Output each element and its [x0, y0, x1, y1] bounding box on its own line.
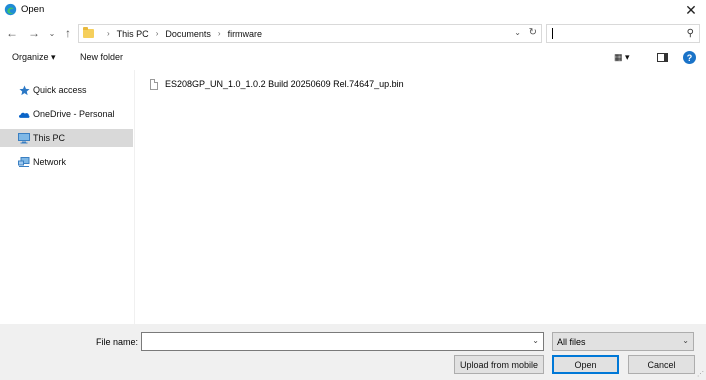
- file-list-item[interactable]: ES208GP_UN_1.0_1.0.2 Build 20250609 Rel.…: [150, 76, 404, 92]
- sidebar-item-quick-access[interactable]: Quick access: [0, 81, 133, 99]
- help-icon[interactable]: ?: [683, 51, 696, 64]
- recent-locations-button[interactable]: ⌄: [44, 25, 60, 41]
- edge-browser-icon: [4, 3, 17, 16]
- chevron-down-icon: ⌄: [48, 28, 56, 38]
- close-icon: ✕: [685, 1, 697, 18]
- back-button[interactable]: ←: [4, 25, 20, 41]
- address-dropdown-icon[interactable]: ⌄: [514, 28, 521, 37]
- new-folder-button[interactable]: New folder: [80, 52, 123, 62]
- file-name-label: File name:: [96, 337, 139, 347]
- star-icon: [18, 84, 30, 96]
- folder-icon: [83, 27, 94, 38]
- view-options-button[interactable]: ▦ ▾: [614, 52, 630, 63]
- preview-pane-icon[interactable]: [657, 53, 668, 62]
- chevron-right-icon: ›: [107, 29, 110, 38]
- search-input[interactable]: ⚲: [546, 24, 700, 43]
- refresh-icon[interactable]: ↻: [529, 27, 537, 38]
- cancel-button[interactable]: Cancel: [628, 355, 695, 374]
- breadcrumb-firmware[interactable]: firmware: [228, 29, 263, 39]
- file-type-value: All files: [557, 337, 586, 347]
- text-caret: [552, 28, 553, 39]
- sidebar-item-label: OneDrive - Personal: [33, 109, 115, 119]
- file-name-input[interactable]: ⌄: [141, 332, 544, 351]
- sidebar-item-label: Network: [33, 157, 67, 167]
- address-bar[interactable]: › This PC › Documents › firmware ⌄ ↻: [78, 24, 542, 43]
- sidebar-item-label: Quick access: [33, 85, 87, 95]
- open-button[interactable]: Open: [552, 355, 619, 374]
- organize-button[interactable]: Organize ▾: [12, 52, 56, 63]
- close-button[interactable]: ✕: [676, 0, 706, 20]
- cloud-icon: [18, 108, 30, 120]
- chevron-right-icon: ›: [155, 29, 159, 38]
- navigation-pane: Quick access OneDrive - Personal This PC…: [0, 70, 134, 324]
- pane-divider[interactable]: [134, 70, 135, 324]
- file-icon: [150, 78, 158, 90]
- arrow-up-icon: ↑: [65, 26, 71, 40]
- file-name: ES208GP_UN_1.0_1.0.2 Build 20250609 Rel.…: [165, 79, 404, 89]
- breadcrumb-this-pc[interactable]: This PC: [117, 29, 149, 39]
- title-bar: Open ✕: [0, 0, 706, 20]
- resize-grip-icon[interactable]: ⋰: [697, 370, 704, 378]
- sidebar-item-label: This PC: [33, 133, 66, 143]
- window-title: Open: [21, 4, 45, 15]
- sidebar-item-this-pc[interactable]: This PC: [0, 129, 133, 147]
- arrow-right-icon: →: [28, 26, 40, 40]
- search-icon[interactable]: ⚲: [687, 28, 694, 39]
- sidebar-item-onedrive[interactable]: OneDrive - Personal: [0, 105, 133, 123]
- sidebar-item-network[interactable]: Network: [0, 153, 133, 171]
- up-button[interactable]: ↑: [60, 25, 76, 41]
- network-icon: [18, 156, 30, 168]
- breadcrumb-documents[interactable]: Documents: [165, 29, 211, 39]
- arrow-left-icon: ←: [6, 26, 18, 40]
- chevron-right-icon: ›: [217, 29, 221, 38]
- file-type-select[interactable]: All files ⌄: [552, 332, 694, 351]
- monitor-icon: [18, 132, 30, 144]
- command-toolbar: Organize ▾ New folder ▦ ▾ ?: [0, 47, 706, 69]
- chevron-down-icon[interactable]: ⌄: [532, 336, 539, 345]
- upload-from-mobile-button[interactable]: Upload from mobile: [454, 355, 544, 374]
- forward-button[interactable]: →: [26, 25, 42, 41]
- chevron-down-icon: ⌄: [682, 336, 689, 345]
